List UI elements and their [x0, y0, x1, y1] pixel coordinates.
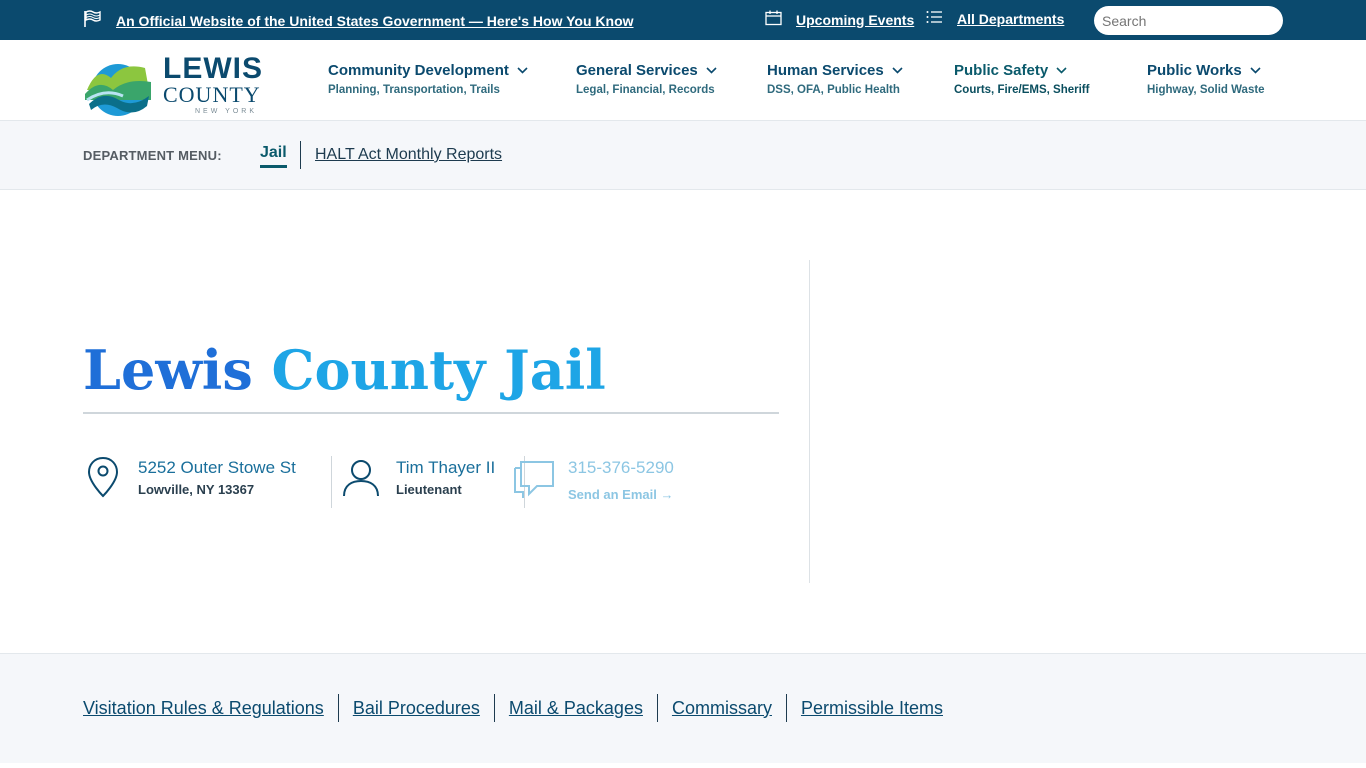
- logo-word-lewis: LEWIS: [163, 52, 263, 85]
- nav-subtitle: Highway, Solid Waste: [1147, 84, 1265, 96]
- top-bar: An Official Website of the United States…: [0, 0, 1366, 43]
- address-line2: Lowville, NY 13367: [138, 482, 255, 497]
- nav-community-development[interactable]: Community Development Planning, Transpor…: [328, 62, 528, 96]
- link-divider: [337, 694, 339, 722]
- dept-menu-divider: [300, 141, 301, 169]
- search-input[interactable]: [1094, 6, 1283, 35]
- title-underline: [83, 412, 779, 414]
- nav-public-works[interactable]: Public Works Highway, Solid Waste: [1147, 62, 1265, 96]
- chevron-down-icon: [706, 67, 717, 74]
- chevron-down-icon: [517, 67, 528, 74]
- flag-icon: [83, 10, 102, 31]
- jail-links-bar: Visitation Rules & Regulations Bail Proc…: [0, 653, 1366, 763]
- department-menu: DEPARTMENT MENU: Jail HALT Act Monthly R…: [0, 121, 1366, 190]
- link-mail-packages[interactable]: Mail & Packages: [509, 698, 643, 719]
- link-permissible-items[interactable]: Permissible Items: [801, 698, 943, 719]
- nav-title: Public Works: [1147, 62, 1242, 79]
- nav-human-services[interactable]: Human Services DSS, OFA, Public Health: [767, 62, 903, 96]
- page-title: Lewis County Jail: [83, 338, 606, 402]
- address-line1-link[interactable]: 5252 Outer Stowe St: [138, 458, 296, 478]
- link-divider: [493, 694, 495, 722]
- upcoming-events-label[interactable]: Upcoming Events: [796, 12, 914, 28]
- all-departments-label[interactable]: All Departments: [957, 11, 1064, 27]
- phone-email-block: 315-376-5290 Send an Email →: [513, 456, 713, 512]
- upcoming-events-link[interactable]: Upcoming Events: [765, 10, 914, 29]
- logo-word-new-york: NEW YORK: [195, 108, 257, 115]
- chevron-down-icon: [1250, 67, 1261, 74]
- official-website-link[interactable]: An Official Website of the United States…: [83, 10, 634, 31]
- jail-links: Visitation Rules & Regulations Bail Proc…: [83, 694, 943, 722]
- nav-subtitle: Legal, Financial, Records: [576, 84, 715, 96]
- link-commissary[interactable]: Commissary: [672, 698, 772, 719]
- all-departments-link[interactable]: All Departments: [926, 10, 1064, 27]
- contact-role: Lieutenant: [396, 482, 462, 497]
- chat-bubble-icon: [513, 456, 557, 505]
- contact-block: Tim Thayer II Lieutenant: [341, 456, 521, 512]
- send-email-link[interactable]: Send an Email →: [568, 487, 673, 502]
- site-header: LEWIS COUNTY NEW YORK Community Developm…: [0, 40, 1366, 121]
- contact-name-link[interactable]: Tim Thayer II: [396, 458, 495, 478]
- dept-menu-item-halt-reports[interactable]: HALT Act Monthly Reports: [315, 146, 502, 164]
- location-pin-icon: [86, 456, 120, 505]
- mountain-logo-icon: [85, 64, 151, 116]
- content-divider: [809, 260, 810, 583]
- page-title-part1: Lewis: [83, 338, 253, 402]
- link-visitation-rules[interactable]: Visitation Rules & Regulations: [83, 698, 324, 719]
- phone-number-link[interactable]: 315-376-5290: [568, 458, 674, 478]
- info-divider: [331, 456, 332, 508]
- logo-word-county: COUNTY: [163, 82, 261, 107]
- list-icon: [926, 10, 943, 27]
- chevron-down-icon: [892, 67, 903, 74]
- official-website-text[interactable]: An Official Website of the United States…: [116, 13, 634, 29]
- nav-public-safety[interactable]: Public Safety Courts, Fire/EMS, Sheriff: [954, 62, 1089, 96]
- nav-title: General Services: [576, 62, 698, 79]
- nav-subtitle: Planning, Transportation, Trails: [328, 84, 500, 96]
- nav-title: Human Services: [767, 62, 884, 79]
- dept-menu-item-jail[interactable]: Jail: [260, 144, 287, 168]
- calendar-icon: [765, 10, 782, 29]
- link-divider: [656, 694, 658, 722]
- person-icon: [341, 456, 381, 505]
- lewis-county-logo[interactable]: LEWIS COUNTY NEW YORK: [83, 54, 273, 118]
- nav-subtitle: Courts, Fire/EMS, Sheriff: [954, 84, 1090, 96]
- nav-general-services[interactable]: General Services Legal, Financial, Recor…: [576, 62, 717, 96]
- address-block: 5252 Outer Stowe St Lowville, NY 13367: [86, 456, 326, 512]
- nav-title: Public Safety: [954, 62, 1049, 79]
- nav-subtitle: DSS, OFA, Public Health: [767, 84, 900, 96]
- link-bail-procedures[interactable]: Bail Procedures: [353, 698, 480, 719]
- link-divider: [785, 694, 787, 722]
- department-menu-label: DEPARTMENT MENU:: [83, 148, 222, 163]
- page-title-part2: County Jail: [271, 338, 606, 402]
- chevron-down-icon: [1056, 67, 1067, 74]
- nav-title: Community Development: [328, 62, 509, 79]
